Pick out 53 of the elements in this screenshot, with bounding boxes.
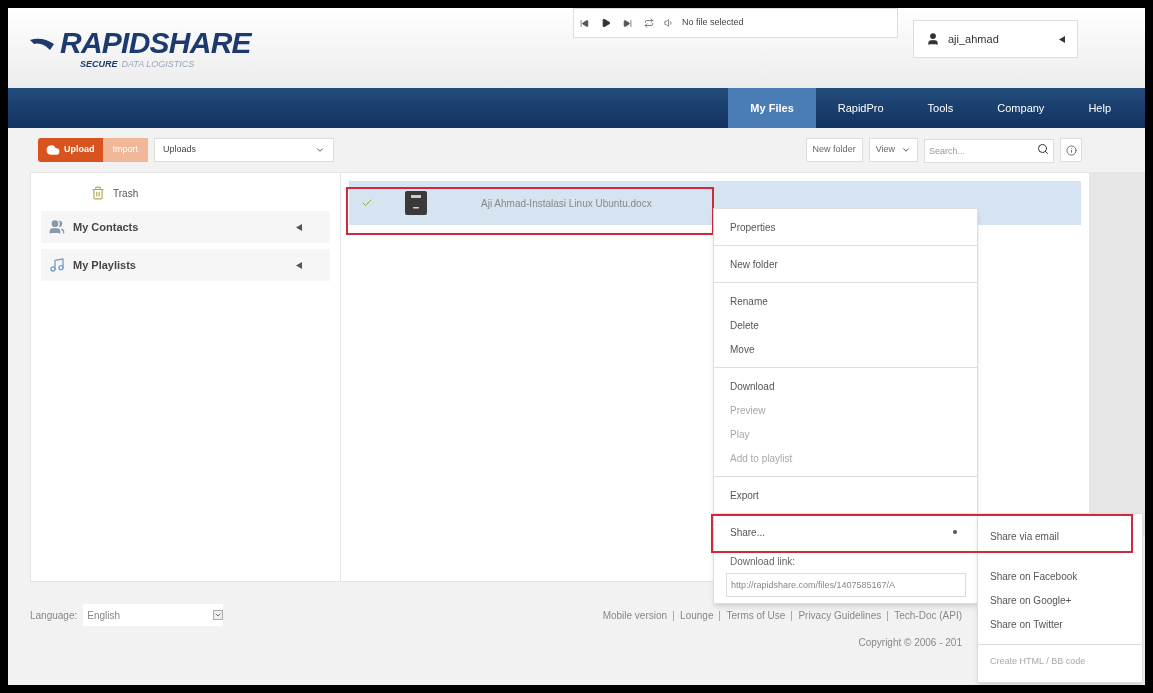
trash-folder[interactable]: Trash: [41, 181, 330, 205]
menu-item[interactable]: Export: [714, 483, 977, 507]
menu-item[interactable]: Download: [714, 374, 977, 398]
chevron-down-icon: [315, 145, 325, 155]
upload-button[interactable]: Upload: [38, 138, 103, 162]
caret-icon: [296, 261, 302, 269]
submenu-item[interactable]: Share via email: [978, 521, 1142, 551]
folder-name: Uploads: [163, 143, 197, 157]
download-link-field[interactable]: http://rapidshare.com/files/1407585167/A: [726, 573, 966, 597]
menu-item[interactable]: Share...: [714, 520, 977, 544]
menu-item[interactable]: Delete: [714, 313, 977, 337]
submenu-item[interactable]: Share on Facebook: [978, 564, 1142, 588]
language-value: English: [87, 608, 121, 623]
logo-tagline-bold: SECURE: [80, 58, 118, 71]
user-icon: [926, 32, 940, 46]
nav-tab[interactable]: Help: [1066, 88, 1133, 128]
language-label: Language:: [30, 609, 78, 623]
trash-icon: [91, 186, 105, 200]
view-dropdown[interactable]: View: [868, 138, 918, 162]
nav-tab[interactable]: Tools: [905, 88, 976, 128]
music-icon: [49, 257, 65, 273]
sidebar-section[interactable]: My Playlists: [41, 249, 330, 281]
chevron-down-icon: [213, 610, 224, 620]
nav-tab[interactable]: My Files: [728, 88, 816, 128]
folder-dropdown[interactable]: Uploads: [154, 138, 334, 162]
submenu-item[interactable]: Share on Twitter: [978, 612, 1142, 636]
cloud-icon: [46, 143, 60, 157]
caret-icon: [1059, 35, 1065, 43]
sidebar-section[interactable]: My Contacts: [41, 211, 330, 243]
player-status: No file selected: [682, 16, 744, 30]
info-icon: [1065, 144, 1077, 156]
nav-tab[interactable]: RapidPro: [815, 88, 906, 128]
user-menu[interactable]: aji_ahmad: [913, 20, 1078, 58]
file-icon: [405, 191, 427, 215]
search-field[interactable]: Search...: [924, 139, 1054, 163]
nav-tab[interactable]: Company: [975, 88, 1067, 128]
copyright-text: Copyright © 2006 - 201: [858, 636, 962, 650]
search-icon: [1037, 143, 1049, 155]
submenu-item[interactable]: Share on Google+: [978, 588, 1142, 612]
logo-wordmark: RAPIDSHARE: [60, 28, 251, 58]
download-link-label: Download link:: [729, 555, 797, 569]
menu-item[interactable]: New folder: [714, 252, 977, 276]
menu-item[interactable]: Rename: [714, 289, 977, 313]
chevron-down-icon: [901, 145, 911, 155]
menu-item[interactable]: Move: [714, 337, 977, 361]
people-icon: [49, 219, 65, 235]
language-dropdown[interactable]: English: [83, 604, 224, 626]
user-name: aji_ahmad: [948, 31, 999, 47]
info-button[interactable]: [1060, 138, 1082, 162]
caret-icon: [296, 223, 302, 231]
logo-tagline: DATA LOGISTICS: [121, 58, 195, 71]
new-folder-button[interactable]: New folder: [805, 138, 863, 162]
logo-swoosh-icon: [30, 36, 54, 50]
